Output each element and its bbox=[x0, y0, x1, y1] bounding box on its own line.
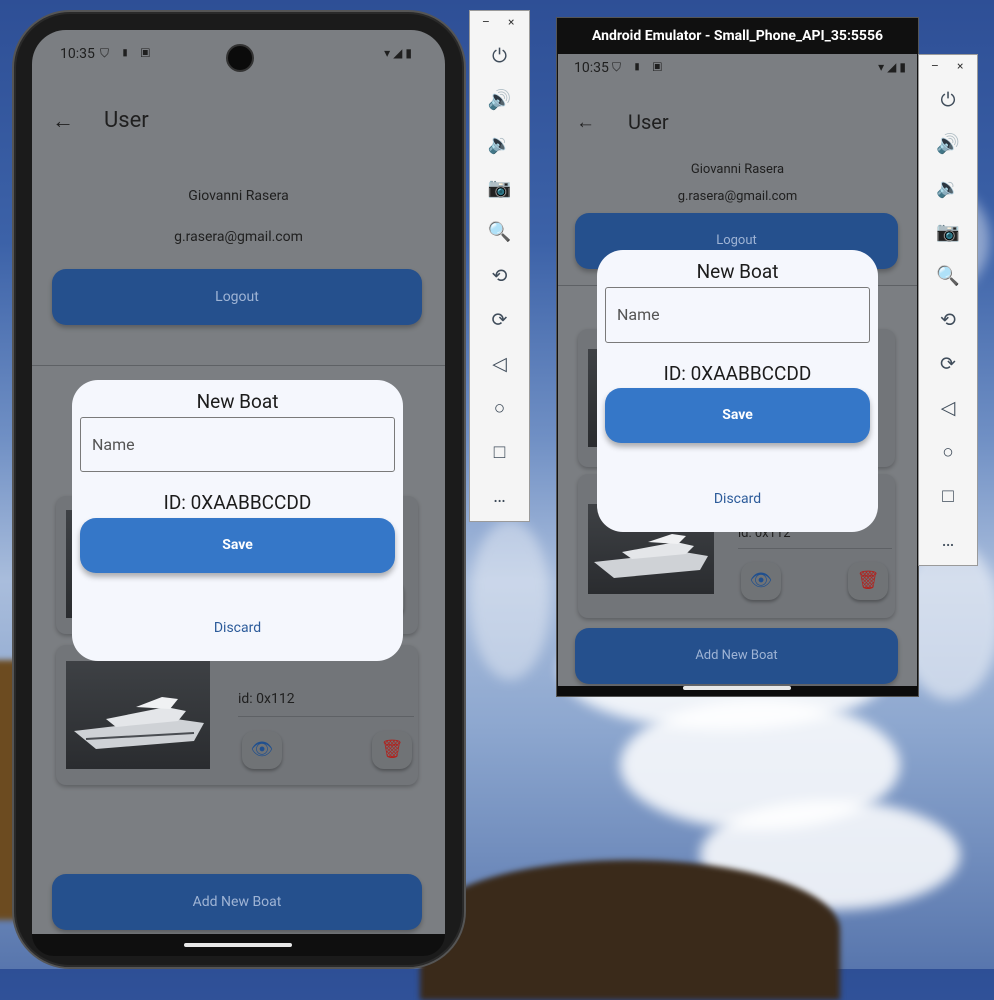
discard-button[interactable]: Discard bbox=[72, 620, 403, 636]
camera-icon[interactable]: 📷 bbox=[470, 176, 529, 199]
status-right-icons: ▾◢▮ bbox=[878, 60, 909, 74]
volume-down-icon[interactable]: 🔉 bbox=[470, 132, 529, 155]
phone-screen: 10:35 ⛉ ▮ ▣ ▾◢▮ ← User Giovanni Rasera g… bbox=[32, 30, 445, 934]
minimize-button[interactable]: – bbox=[482, 15, 490, 29]
home-icon[interactable]: ○ bbox=[919, 440, 977, 464]
power-icon[interactable]: ⏻ bbox=[470, 44, 529, 67]
emulator-window: Android Emulator - Small_Phone_API_35:55… bbox=[556, 17, 919, 697]
eye-icon[interactable]: 👁 bbox=[242, 731, 282, 769]
close-button[interactable]: × bbox=[957, 59, 963, 73]
home-icon[interactable]: ○ bbox=[470, 396, 529, 420]
add-new-boat-button[interactable]: Add New Boat bbox=[52, 874, 422, 930]
rotate-left-icon[interactable]: ⟲ bbox=[919, 308, 977, 331]
boat-id: id: 0x112 bbox=[238, 691, 295, 707]
discard-button[interactable]: Discard bbox=[597, 491, 878, 507]
user-name: Giovanni Rasera bbox=[690, 162, 785, 177]
trash-icon[interactable]: 🗑 bbox=[372, 731, 412, 769]
zoom-icon[interactable]: 🔍 bbox=[919, 264, 977, 287]
divider bbox=[238, 716, 414, 717]
rotate-right-icon[interactable]: ⟳ bbox=[470, 308, 529, 331]
emulator-side-toolbar: – × ⏻ 🔊 🔉 📷 🔍 ⟲ ⟳ ◁ ○ □ … bbox=[469, 10, 530, 522]
yacht-image bbox=[74, 697, 204, 749]
user-email: g.rasera@gmail.com bbox=[174, 229, 303, 245]
app-bar: ← User bbox=[32, 108, 445, 158]
volume-down-icon[interactable]: 🔉 bbox=[919, 176, 977, 199]
save-button[interactable]: Save bbox=[80, 518, 395, 573]
new-boat-dialog: New Boat Name ID: 0XAABBCCDD Save Discar… bbox=[72, 380, 403, 661]
boat-card: id: 0x112 👁 🗑 bbox=[56, 645, 418, 785]
physical-phone-frame: 10:35 ⛉ ▮ ▣ ▾◢▮ ← User Giovanni Rasera g… bbox=[12, 10, 466, 969]
divider bbox=[738, 548, 892, 549]
page-title: User bbox=[104, 108, 149, 133]
user-name: Giovanni Rasera bbox=[188, 188, 289, 204]
more-icon[interactable]: … bbox=[919, 528, 977, 551]
dialog-title: New Boat bbox=[196, 390, 279, 413]
rotate-left-icon[interactable]: ⟲ bbox=[470, 264, 529, 287]
overview-icon[interactable]: □ bbox=[470, 440, 529, 464]
app-bar: ← User bbox=[558, 110, 917, 160]
divider bbox=[32, 365, 445, 366]
home-handle[interactable] bbox=[184, 943, 292, 947]
name-placeholder: Name bbox=[92, 435, 135, 454]
status-time: 10:35 bbox=[574, 60, 609, 76]
page-title: User bbox=[628, 110, 669, 134]
volume-up-icon[interactable]: 🔊 bbox=[919, 132, 977, 155]
eye-icon[interactable]: 👁 bbox=[741, 562, 781, 600]
trash-icon[interactable]: 🗑 bbox=[848, 562, 888, 600]
arrow-left-icon[interactable]: ← bbox=[52, 108, 74, 134]
user-email: g.rasera@gmail.com bbox=[677, 189, 798, 204]
power-icon[interactable]: ⏻ bbox=[919, 88, 977, 111]
back-icon[interactable]: ◁ bbox=[470, 352, 529, 375]
camera-icon[interactable]: 📷 bbox=[919, 220, 977, 243]
emulator-screen: 10:35 ⛉ ▮ ▣ ▾◢▮ ← User Giovanni Rasera g… bbox=[558, 54, 917, 686]
name-input[interactable]: Name bbox=[605, 287, 870, 343]
status-left-icons: ⛉ ▮ ▣ bbox=[100, 46, 155, 60]
status-time: 10:35 bbox=[60, 46, 95, 62]
boat-image bbox=[66, 661, 210, 769]
minimize-button[interactable]: – bbox=[931, 59, 939, 73]
back-icon[interactable]: ◁ bbox=[919, 396, 977, 419]
status-left-icons: ⛉ ▮ ▣ bbox=[612, 60, 667, 74]
add-new-boat-button[interactable]: Add New Boat bbox=[575, 628, 898, 684]
arrow-left-icon[interactable]: ← bbox=[576, 110, 595, 134]
status-right-icons: ▾◢▮ bbox=[384, 46, 415, 60]
boat-id-label: ID: 0XAABBCCDD bbox=[663, 362, 812, 385]
home-handle[interactable] bbox=[683, 686, 791, 690]
logout-button[interactable]: Logout bbox=[52, 269, 422, 325]
rotate-right-icon[interactable]: ⟳ bbox=[919, 352, 977, 375]
status-bar: 10:35 ⛉ ▮ ▣ ▾◢▮ bbox=[32, 30, 445, 78]
boat-id-label: ID: 0XAABBCCDD bbox=[163, 491, 312, 514]
gesture-bar bbox=[32, 934, 445, 956]
new-boat-dialog: New Boat Name ID: 0XAABBCCDD Save Discar… bbox=[597, 250, 878, 532]
emulator-side-toolbar: – × ⏻ 🔊 🔉 📷 🔍 ⟲ ⟳ ◁ ○ □ … bbox=[918, 54, 978, 566]
status-bar: 10:35 ⛉ ▮ ▣ ▾◢▮ bbox=[558, 54, 917, 82]
more-icon[interactable]: … bbox=[470, 484, 529, 507]
zoom-icon[interactable]: 🔍 bbox=[470, 220, 529, 243]
gesture-bar bbox=[557, 686, 918, 696]
name-placeholder: Name bbox=[617, 305, 660, 324]
close-button[interactable]: × bbox=[508, 15, 514, 29]
window-title: Android Emulator - Small_Phone_API_35:55… bbox=[557, 18, 918, 54]
overview-icon[interactable]: □ bbox=[919, 484, 977, 508]
volume-up-icon[interactable]: 🔊 bbox=[470, 88, 529, 111]
dialog-title: New Boat bbox=[696, 260, 779, 283]
name-input[interactable]: Name bbox=[80, 417, 395, 472]
save-button[interactable]: Save bbox=[605, 388, 870, 443]
